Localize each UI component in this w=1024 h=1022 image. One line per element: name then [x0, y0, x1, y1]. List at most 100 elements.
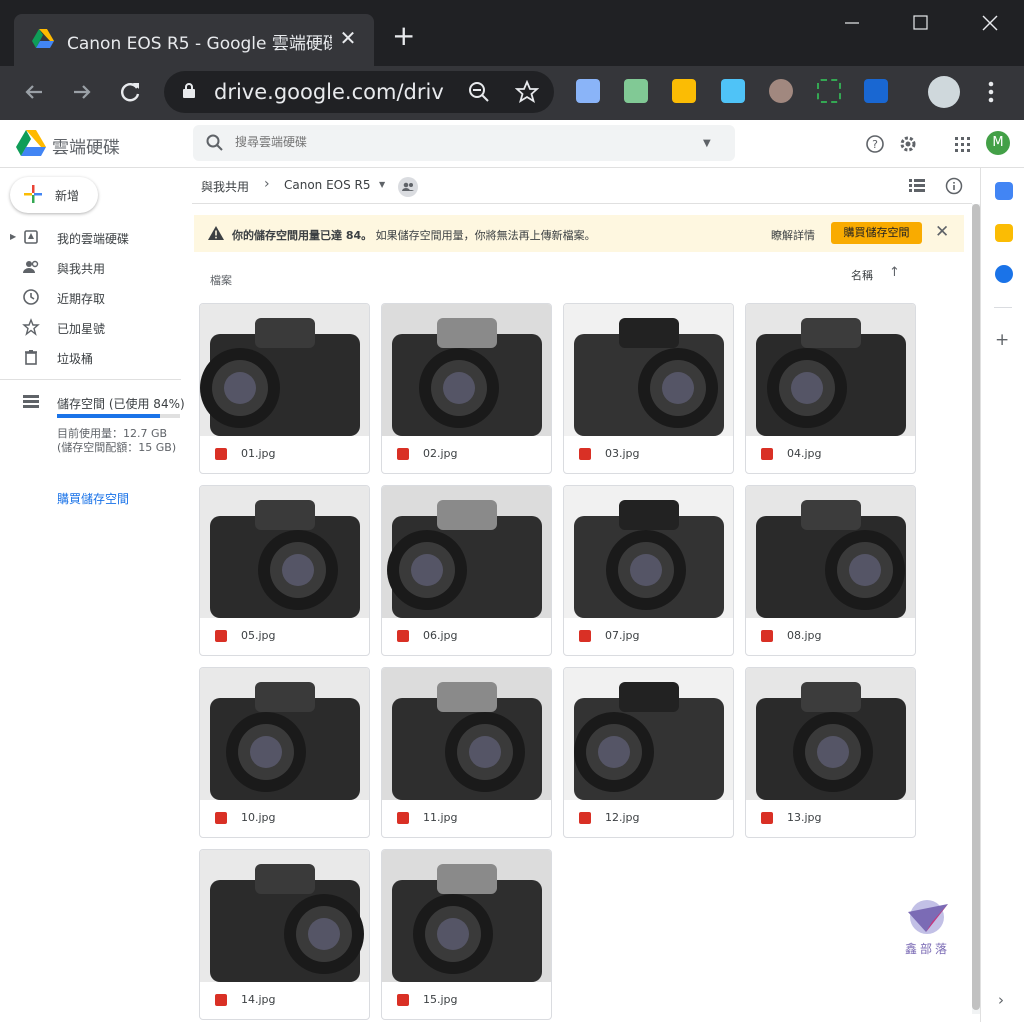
file-card[interactable]: 06.jpg [381, 485, 552, 656]
warning-icon [208, 226, 224, 240]
profile-avatar-icon[interactable] [928, 76, 960, 108]
storage-warning-banner: 你的儲存空間用量已達 84。 如果儲存空間用量，你將無法再上傳新檔案。 瞭解詳情… [194, 215, 964, 252]
bookmark-star-icon[interactable] [515, 80, 539, 104]
scrollbar[interactable] [972, 204, 980, 1014]
buy-storage-link[interactable]: 購買儲存空間 [57, 490, 129, 507]
file-card[interactable]: 05.jpg [199, 485, 370, 656]
expand-panel-icon[interactable]: › [998, 991, 1004, 1009]
settings-gear-icon[interactable] [897, 133, 919, 155]
apps-grid-icon[interactable] [951, 133, 973, 155]
storage-progress-fill [57, 414, 161, 418]
sidebar-item-shared[interactable]: 與我共用 [0, 252, 190, 282]
address-bar[interactable]: drive.google.com/drive/folders [164, 71, 554, 113]
new-tab-button[interactable]: + [392, 22, 415, 50]
tab-close-icon[interactable]: ✕ [336, 26, 360, 50]
new-button[interactable]: 新增 [10, 177, 98, 213]
sort-direction-icon[interactable]: ↑ [889, 265, 900, 280]
folder-menu-caret-icon[interactable]: ▼ [379, 180, 385, 189]
breadcrumb-parent[interactable]: 與我共用 [201, 178, 249, 195]
file-card[interactable]: 08.jpg [745, 485, 916, 656]
scrollbar-thumb[interactable] [972, 204, 980, 1010]
sidebar-item-starred[interactable]: 已加星號 [0, 312, 190, 342]
image-file-icon [579, 448, 591, 460]
search-input[interactable] [235, 135, 675, 149]
file-thumbnail [200, 668, 369, 800]
minimize-button[interactable] [832, 8, 872, 38]
keep-icon[interactable] [995, 224, 1013, 242]
back-arrow-icon[interactable] [20, 78, 48, 106]
learn-more-link[interactable]: 瞭解詳情 [771, 227, 815, 243]
search-box[interactable]: ▼ [193, 125, 735, 161]
image-file-icon [215, 630, 227, 642]
sidebar-item-recent[interactable]: 近期存取 [0, 282, 190, 312]
file-card[interactable]: 07.jpg [563, 485, 734, 656]
file-card[interactable]: 11.jpg [381, 667, 552, 838]
tasks-icon[interactable] [995, 265, 1013, 283]
drive-favicon-icon [32, 29, 54, 48]
extension-icon-7[interactable] [864, 79, 888, 103]
plus-icon [24, 185, 42, 203]
image-file-icon [579, 812, 591, 824]
search-options-icon[interactable]: ▼ [703, 138, 711, 149]
image-file-icon [579, 630, 591, 642]
kebab-menu-icon[interactable] [977, 78, 1005, 106]
browser-tab[interactable]: Canon EOS R5 - Google 雲端硬碟 ✕ [14, 14, 374, 66]
image-file-icon [761, 448, 773, 460]
file-name: 08.jpg [787, 629, 822, 642]
file-card[interactable]: 03.jpg [563, 303, 734, 474]
extension-icon-1[interactable] [576, 79, 600, 103]
drive-logo-icon[interactable] [16, 130, 46, 156]
image-file-icon [215, 994, 227, 1006]
image-file-icon [215, 812, 227, 824]
search-icon[interactable] [206, 134, 224, 152]
extension-icon-4[interactable] [721, 79, 745, 103]
forward-arrow-icon[interactable] [68, 78, 96, 106]
help-icon[interactable]: ? [864, 133, 886, 155]
expand-arrow-icon[interactable]: ▶ [10, 232, 16, 241]
file-name: 01.jpg [241, 447, 276, 460]
file-card[interactable]: 14.jpg [199, 849, 370, 1020]
list-view-icon[interactable] [909, 179, 925, 193]
file-name: 13.jpg [787, 811, 822, 824]
sidebar-item-my-drive[interactable]: ▶ 我的雲端硬碟 [0, 222, 190, 252]
star-icon [22, 318, 40, 336]
file-card[interactable]: 15.jpg [381, 849, 552, 1020]
file-card[interactable]: 10.jpg [199, 667, 370, 838]
sidebar-item-trash[interactable]: 垃圾桶 [0, 342, 190, 372]
extension-icon-2[interactable] [624, 79, 648, 103]
zoom-icon[interactable] [468, 81, 490, 103]
file-thumbnail [382, 486, 551, 618]
storage-label[interactable]: 儲存空間 (已使用 84%) [57, 395, 185, 412]
browser-toolbar: drive.google.com/drive/folders [0, 66, 1024, 120]
breadcrumb-current[interactable]: Canon EOS R5 [284, 178, 371, 192]
info-icon[interactable] [945, 177, 963, 195]
calendar-icon[interactable] [995, 182, 1013, 200]
maximize-button[interactable] [900, 8, 940, 38]
file-card[interactable]: 12.jpg [563, 667, 734, 838]
extension-icon-3[interactable] [672, 79, 696, 103]
file-card[interactable]: 04.jpg [745, 303, 916, 474]
banner-close-icon[interactable]: ✕ [935, 222, 949, 242]
image-file-icon [215, 448, 227, 460]
reload-icon[interactable] [116, 78, 144, 106]
file-card[interactable]: 13.jpg [745, 667, 916, 838]
account-avatar[interactable]: M [986, 131, 1010, 155]
shared-icon [22, 258, 40, 276]
file-card[interactable]: 02.jpg [381, 303, 552, 474]
file-card[interactable]: 01.jpg [199, 303, 370, 474]
add-addon-icon[interactable]: + [995, 330, 1009, 350]
extension-icon-5[interactable] [769, 79, 793, 103]
buy-storage-button[interactable]: 購買儲存空間 [831, 222, 922, 244]
image-file-icon [397, 812, 409, 824]
file-name: 04.jpg [787, 447, 822, 460]
file-thumbnail [746, 668, 915, 800]
sort-by-name[interactable]: 名稱 [851, 267, 873, 283]
sidebar-item-label: 與我共用 [57, 262, 106, 276]
banner-bold-text: 你的儲存空間用量已達 84。 [232, 229, 373, 242]
file-thumbnail [382, 304, 551, 436]
breadcrumb-separator-icon: › [264, 176, 270, 192]
close-window-button[interactable] [969, 8, 1009, 38]
file-thumbnail [746, 486, 915, 618]
files-section-label: 檔案 [210, 274, 232, 287]
extension-icon-6[interactable] [817, 79, 841, 103]
